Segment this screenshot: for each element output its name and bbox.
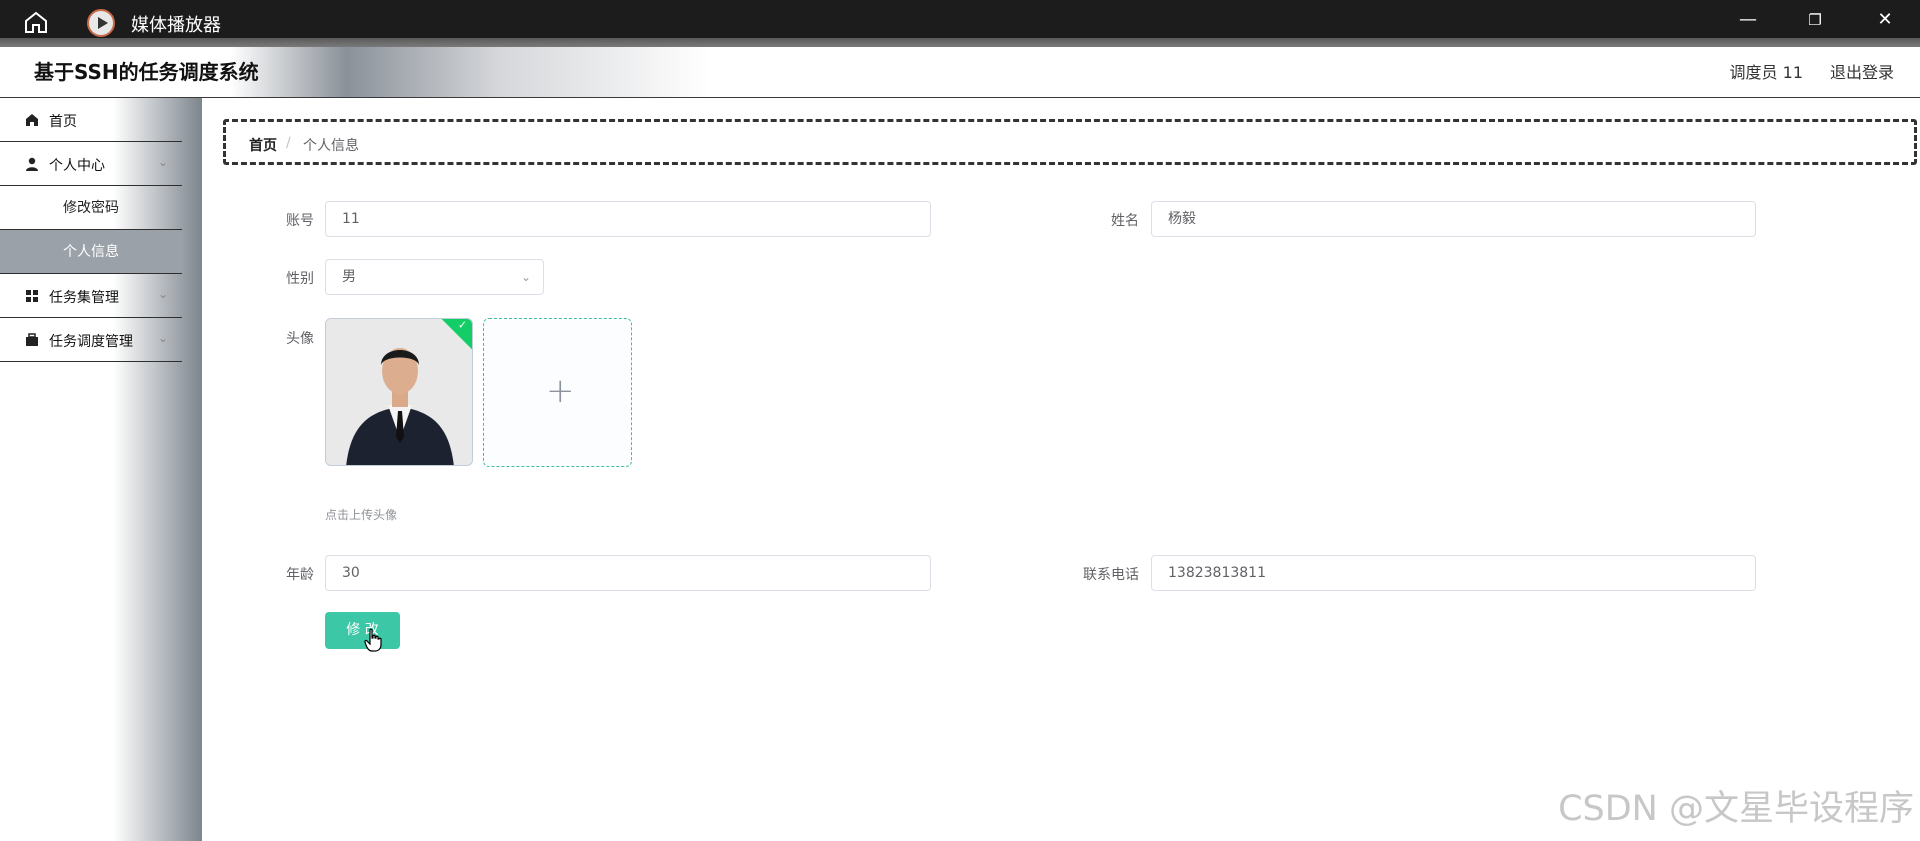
account-field[interactable]: 11: [325, 201, 931, 237]
breadcrumb: 首页 / 个人信息: [223, 119, 1917, 165]
avatar-label: 头像: [286, 331, 314, 347]
window-title: 媒体播放器: [131, 15, 221, 36]
briefcase-icon: [26, 333, 38, 346]
logout-link[interactable]: 退出登录: [1830, 59, 1894, 83]
upload-tip: 点击上传头像: [325, 508, 398, 522]
current-user: 调度员 11: [1729, 63, 1803, 82]
user-icon: [26, 157, 38, 171]
check-icon: ✓: [457, 318, 468, 332]
sidebar-item-label: 任务集管理: [49, 290, 119, 306]
sidebar-item-task-set[interactable]: 任务集管理 ⌄: [0, 274, 182, 318]
sidebar-item-task-dispatch[interactable]: 任务调度管理 ⌄: [0, 318, 182, 362]
plus-icon: +: [546, 371, 575, 411]
minimize-button[interactable]: —: [1733, 8, 1763, 32]
chevron-down-icon: ⌄: [158, 287, 169, 301]
avatar-upload-button[interactable]: +: [483, 318, 632, 467]
name-label: 姓名: [1111, 213, 1139, 229]
watermark: CSDN @文星毕设程序: [1558, 789, 1914, 829]
chevron-down-icon: ⌄: [158, 331, 169, 345]
grid-icon: [26, 290, 38, 302]
hand-cursor-icon: [364, 628, 382, 652]
close-button[interactable]: ✕: [1870, 8, 1900, 32]
account-label: 账号: [286, 213, 314, 229]
gender-select[interactable]: 男 ⌄: [325, 259, 544, 295]
window-titlebar: 媒体播放器 — ❐ ✕: [0, 0, 1920, 40]
gender-value: 男: [342, 269, 356, 285]
home-icon[interactable]: [22, 10, 50, 34]
avatar-thumbnail[interactable]: ✓: [325, 318, 473, 466]
age-label: 年龄: [286, 567, 314, 583]
breadcrumb-separator: /: [286, 135, 291, 151]
system-title: 基于SSH的任务调度系统: [34, 60, 259, 84]
sidebar-item-personal-center[interactable]: 个人中心 ⌄: [0, 142, 182, 186]
avatar-photo: [326, 319, 472, 465]
sidebar-item-label: 任务调度管理: [49, 334, 133, 350]
submit-button[interactable]: 修 改: [325, 612, 400, 649]
sidebar-item-personal-info[interactable]: 个人信息: [0, 230, 182, 274]
sidebar: 首页 个人中心 ⌄ 修改密码 个人信息 任务集管理 ⌄ 任务调度管理 ⌄: [0, 98, 202, 841]
app-header: 基于SSH的任务调度系统 调度员 11 退出登录: [0, 47, 1920, 98]
age-field[interactable]: 30: [325, 555, 931, 591]
chevron-down-icon: ⌄: [158, 155, 169, 169]
sidebar-item-label: 个人中心: [49, 158, 105, 174]
sidebar-item-label: 首页: [49, 114, 77, 130]
phone-field[interactable]: 13823813811: [1151, 555, 1756, 591]
sidebar-item-change-password[interactable]: 修改密码: [0, 186, 182, 230]
name-field[interactable]: 杨毅: [1151, 201, 1756, 237]
media-player-icon: [87, 9, 115, 37]
gender-label: 性别: [286, 271, 314, 287]
home-icon: [26, 114, 38, 126]
chevron-down-icon: ⌄: [520, 270, 531, 284]
titlebar-divider: [0, 38, 1920, 47]
sidebar-item-home[interactable]: 首页: [0, 98, 182, 142]
restore-button[interactable]: ❐: [1800, 8, 1830, 32]
phone-label: 联系电话: [1083, 567, 1139, 583]
breadcrumb-current: 个人信息: [303, 138, 359, 154]
breadcrumb-home[interactable]: 首页: [249, 135, 277, 155]
